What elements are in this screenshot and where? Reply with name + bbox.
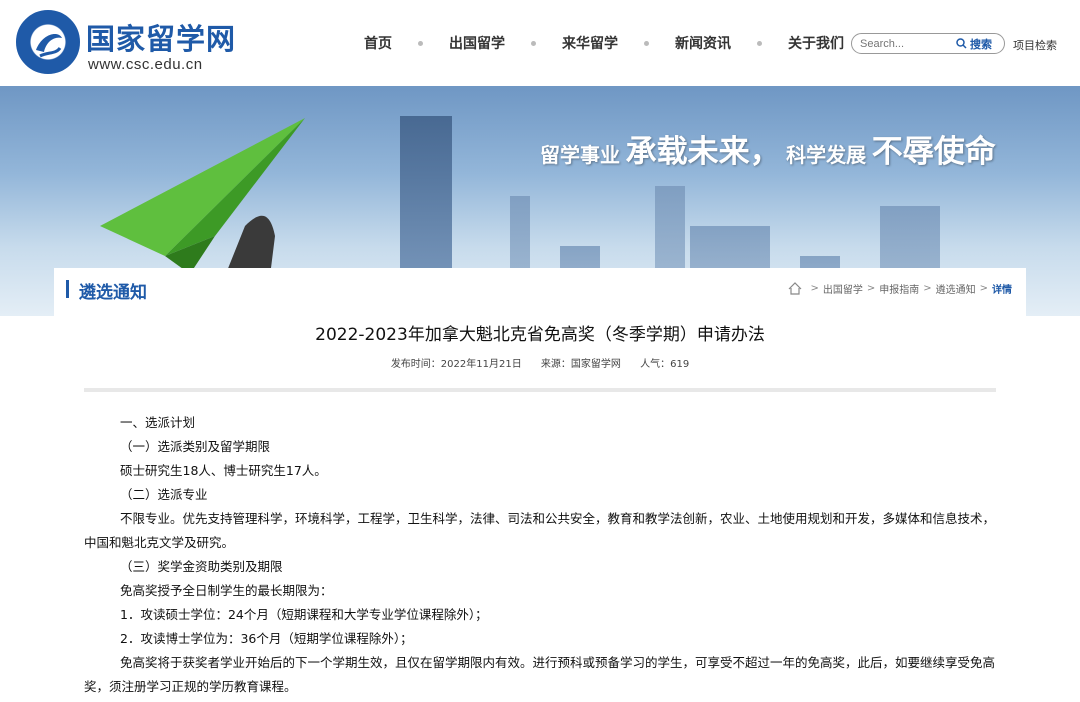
search-box: 搜索 [851, 33, 1005, 54]
paragraph: 一、选派计划 [120, 415, 196, 430]
nav-separator [531, 40, 536, 46]
nav-study-in-china[interactable]: 来华留学 [558, 33, 622, 53]
search-button-label: 搜索 [970, 37, 992, 51]
article-title: 2022-2023年加拿大魁北克省免高奖（冬季学期）申请办法 [315, 325, 765, 345]
csc-emblem-icon [16, 10, 80, 74]
paragraph: （一）选派类别及留学期限 [120, 439, 271, 454]
project-search-link[interactable]: 项目检索 [1013, 37, 1057, 53]
paragraph: （二）选派专业 [120, 487, 208, 502]
nav-study-abroad[interactable]: 出国留学 [445, 33, 509, 53]
nav-separator [418, 40, 423, 46]
paragraph: 2．攻读博士学位为：36个月（短期学位课程除外）； [120, 631, 413, 646]
home-icon[interactable] [788, 282, 802, 295]
breadcrumb-separator: > [923, 283, 932, 294]
paragraph: 硕士研究生18人、博士研究生17人。 [120, 463, 327, 478]
banner-slogan: 留学事业 承载未来， 科学发展 不辱使命 [540, 126, 996, 171]
breadcrumb-guide[interactable]: 申报指南 [879, 281, 919, 296]
paragraph: 1．攻读硕士学位：24个月（短期课程和大学专业学位课程除外）； [120, 607, 488, 622]
paragraph: 免高奖将于获奖者学业开始后的下一个学期生效，且仅在留学期限内有效。进行预科或预备… [84, 655, 996, 694]
meta-divider [84, 388, 996, 392]
main-nav: 首页 出国留学 来华留学 新闻资讯 关于我们 [360, 32, 848, 54]
nav-news[interactable]: 新闻资讯 [671, 33, 735, 53]
paper-plane-icon [100, 118, 305, 276]
meta-date: 发布时间：2022年11月21日 [390, 359, 522, 370]
search-input[interactable] [860, 37, 956, 50]
content-card: 遴选通知 > 出国留学 > 申报指南 > 遴选通知 > 详情 2022-2023… [54, 268, 1026, 702]
nav-about-us[interactable]: 关于我们 [784, 33, 848, 53]
breadcrumb-current: 详情 [992, 285, 1012, 296]
breadcrumb-separator: > [866, 283, 876, 294]
paragraph: （三）奖学金资助类别及期限 [120, 559, 283, 574]
site-header: 国家留学网 www.csc.edu.cn 首页 出国留学 来华留学 新闻资讯 关… [0, 0, 1080, 86]
slogan-part1: 留学事业 [540, 143, 620, 167]
section-marker [66, 280, 69, 298]
nav-home[interactable]: 首页 [360, 33, 396, 53]
breadcrumb-notice[interactable]: 遴选通知 [936, 281, 976, 296]
article-meta: 发布时间：2022年11月21日 来源：国家留学网 人气：619 [54, 355, 1026, 370]
breadcrumb-separator: > [810, 283, 819, 294]
logo-title: 国家留学网 [86, 22, 237, 56]
section-title: 遴选通知 [79, 283, 147, 303]
meta-source: 来源：国家留学网 [540, 359, 621, 370]
breadcrumb: > 出国留学 > 申报指南 > 遴选通知 > 详情 [788, 281, 1012, 296]
breadcrumb-study-abroad[interactable]: 出国留学 [823, 281, 863, 296]
slogan-part4: 不辱使命 [871, 134, 996, 170]
paragraph: 不限专业。优先支持管理科学，环境科学，工程学，卫生科学，法律、司法和公共安全，教… [84, 511, 996, 550]
nav-separator [644, 40, 649, 46]
article-body: 一、选派计划 （一）选派类别及留学期限 硕士研究生18人、博士研究生17人。 （… [84, 411, 996, 699]
logo-url: www.csc.edu.cn [88, 56, 203, 73]
search-button[interactable]: 搜索 [956, 36, 992, 52]
site-logo[interactable]: 国家留学网 www.csc.edu.cn [16, 10, 235, 76]
search-icon [956, 38, 967, 49]
breadcrumb-separator: > [979, 283, 988, 294]
paragraph: 免高奖授予全日制学生的最长期限为： [120, 583, 333, 598]
slogan-part2: 承载未来， [625, 134, 781, 170]
nav-separator [757, 40, 762, 46]
slogan-part3: 科学发展 [786, 143, 867, 167]
meta-views: 人气：619 [640, 359, 690, 370]
